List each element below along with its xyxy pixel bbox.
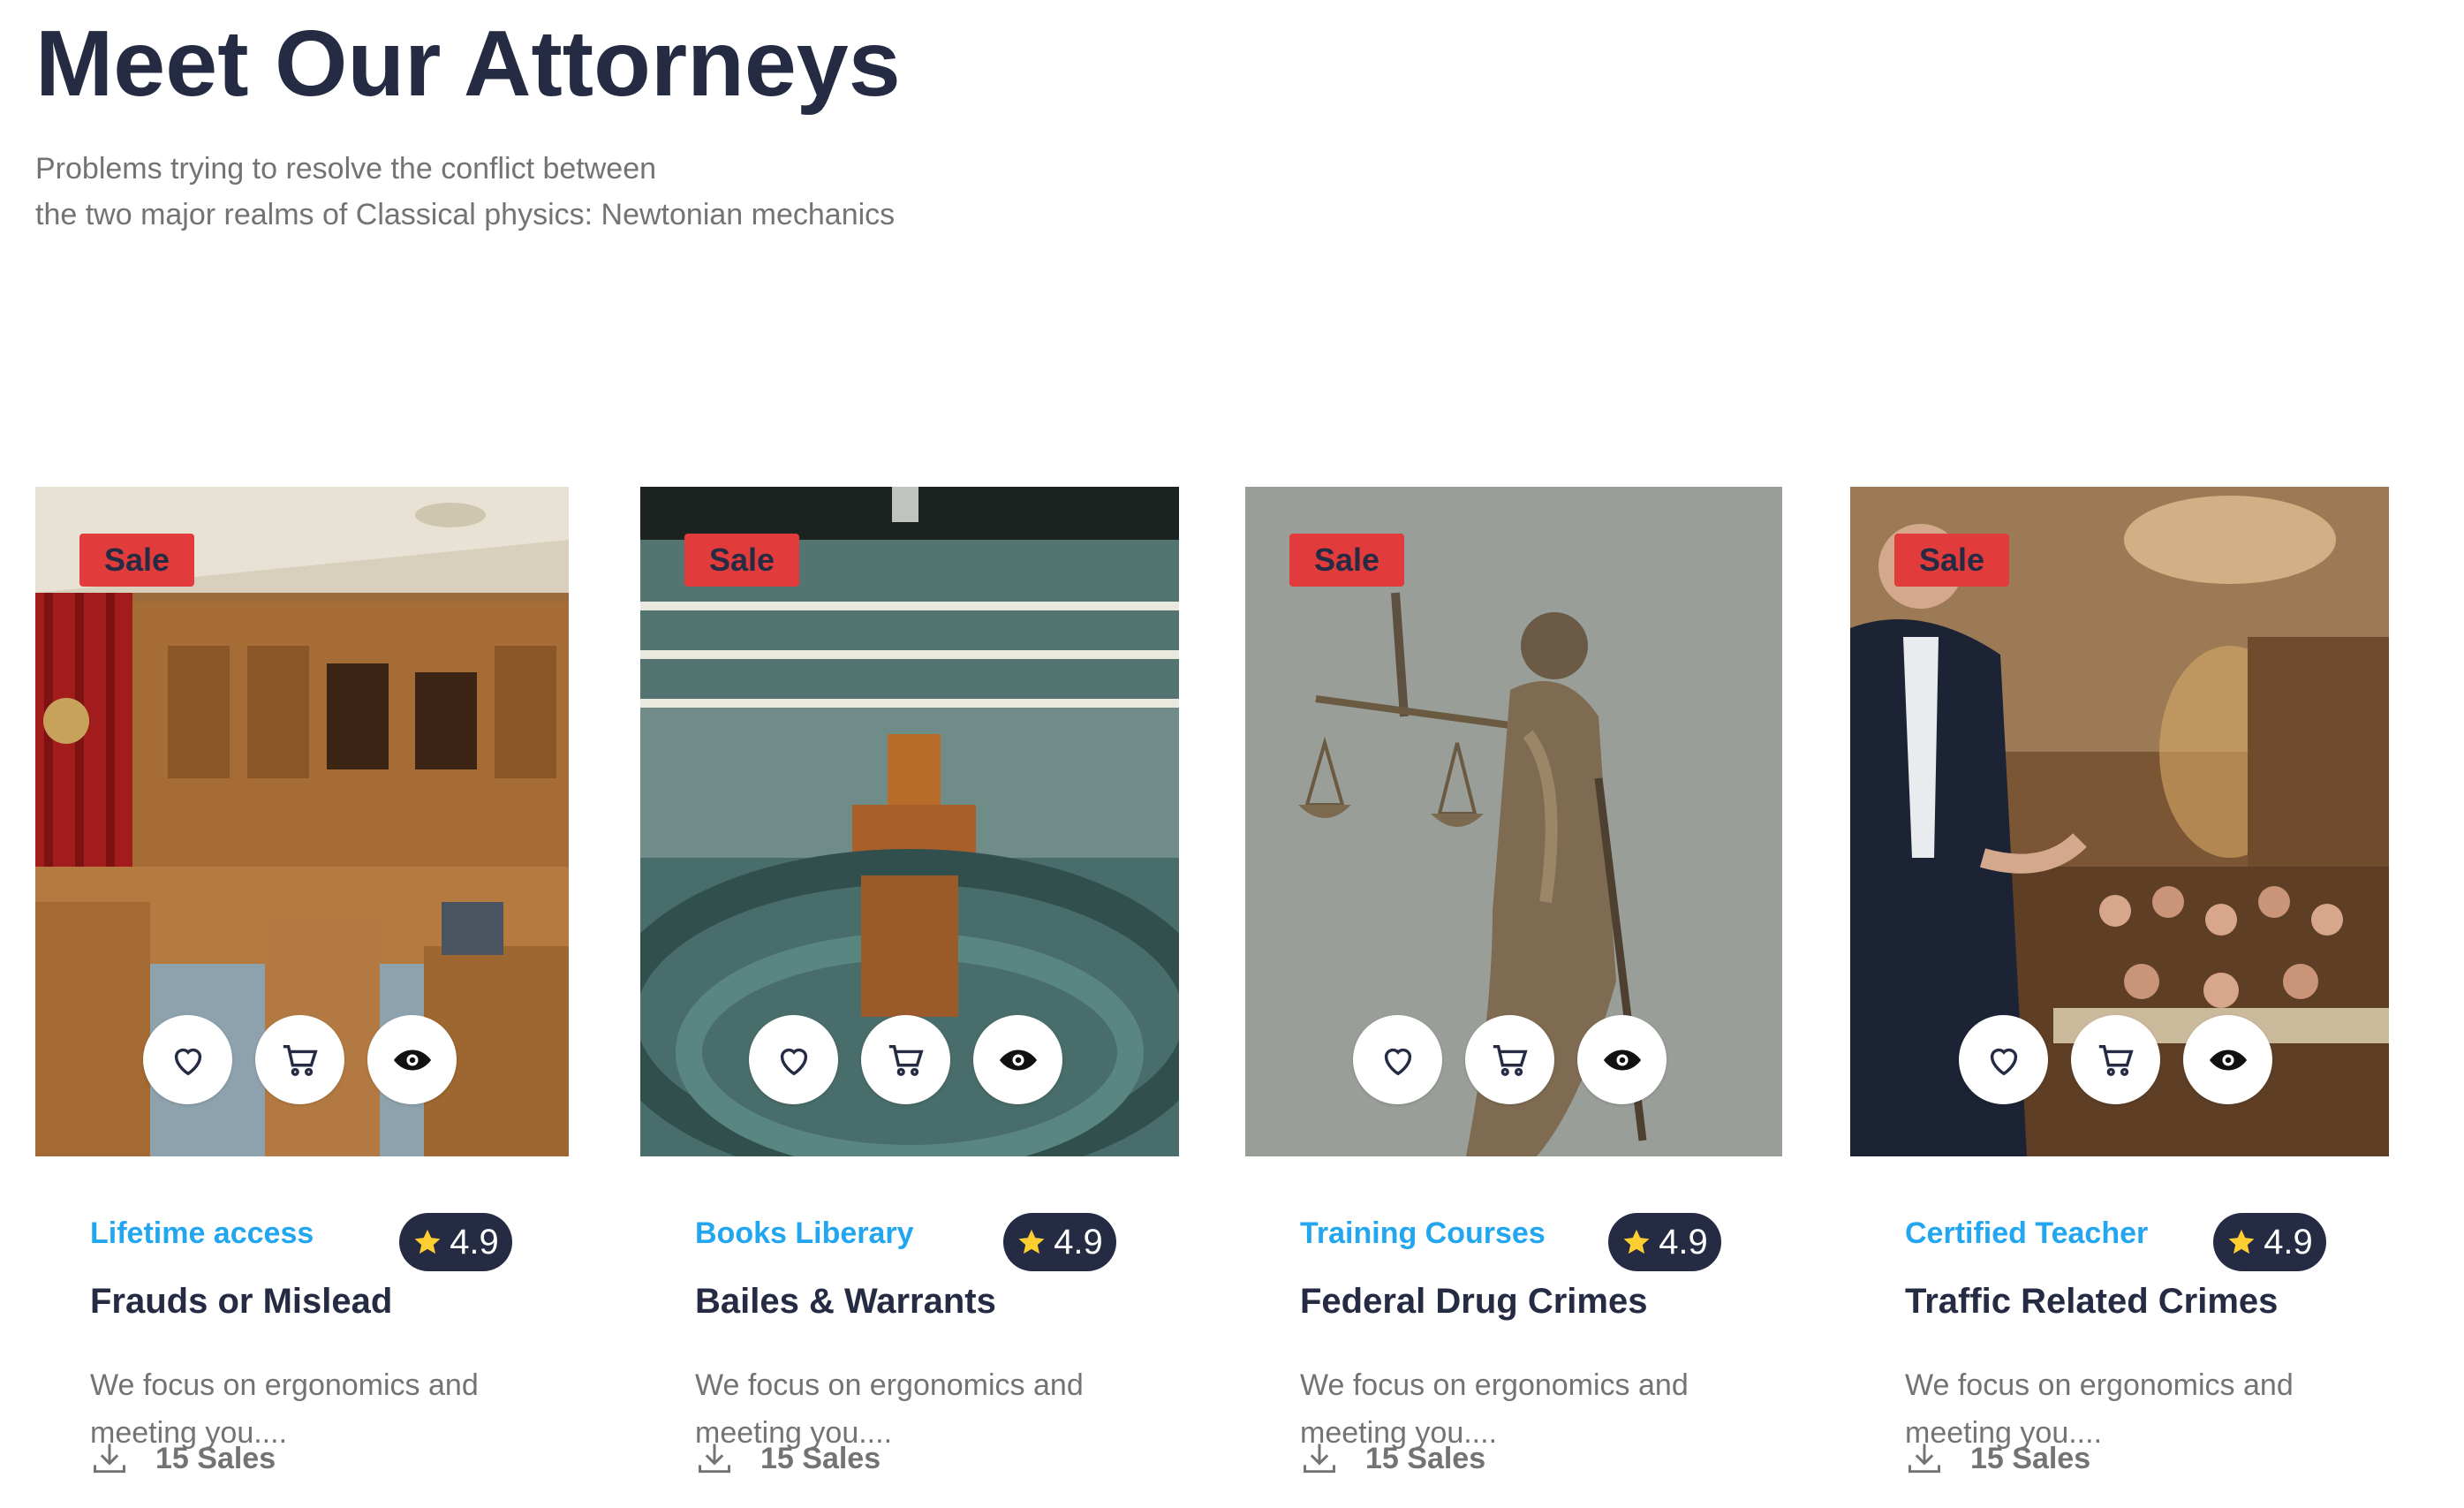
eye-icon xyxy=(393,1050,431,1070)
page-subtitle: Problems trying to resolve the conflict … xyxy=(35,146,1095,238)
card-actions xyxy=(1850,1015,2389,1105)
sales-count: 15 Sales xyxy=(1300,1439,1485,1478)
rating-value: 4.9 xyxy=(2264,1222,2313,1262)
product-card[interactable]: Sale Certified Teacher 4.9 Traffic Relat… xyxy=(1850,487,2389,1508)
card-image[interactable]: Sale xyxy=(1245,487,1782,1156)
sales-label: 15 Sales xyxy=(1365,1441,1486,1475)
rating-badge: 4.9 xyxy=(399,1213,512,1271)
card-image[interactable]: Sale xyxy=(640,487,1179,1156)
download-icon xyxy=(1304,1444,1335,1474)
rating-badge: 4.9 xyxy=(1608,1213,1721,1271)
add-to-cart-button[interactable] xyxy=(1465,1015,1554,1104)
page-title: Meet Our Attorneys xyxy=(35,11,901,116)
wishlist-button[interactable] xyxy=(1959,1015,2048,1104)
sales-count: 15 Sales xyxy=(1905,1439,2090,1478)
rating-value: 4.9 xyxy=(1659,1222,1708,1262)
sales-count: 15 Sales xyxy=(695,1439,881,1478)
product-card[interactable]: Sale Books Liberary 4.9 Bailes & Warrant… xyxy=(640,487,1179,1508)
star-icon xyxy=(414,1229,441,1254)
eye-icon xyxy=(1603,1050,1641,1070)
card-actions xyxy=(35,1015,569,1105)
cart-icon xyxy=(888,1044,924,1076)
page-subtitle-line-2: the two major realms of Classical physic… xyxy=(35,198,896,231)
star-icon xyxy=(2228,1229,2255,1254)
eye-icon xyxy=(2209,1050,2247,1070)
add-to-cart-button[interactable] xyxy=(2071,1015,2160,1104)
product-card[interactable]: Sale Lifetime access 4.9 Frauds or Misle… xyxy=(35,487,574,1508)
sale-badge: Sale xyxy=(1894,534,2009,587)
sales-count: 15 Sales xyxy=(90,1439,276,1478)
sale-badge: Sale xyxy=(1289,534,1404,587)
category-link[interactable]: Training Courses xyxy=(1300,1216,1546,1251)
heart-icon xyxy=(1384,1048,1411,1075)
download-icon xyxy=(699,1444,730,1474)
category-link[interactable]: Certified Teacher xyxy=(1905,1216,2148,1251)
cart-icon xyxy=(2098,1044,2134,1076)
heart-icon xyxy=(1990,1048,2017,1075)
heart-icon xyxy=(780,1048,807,1075)
sale-badge: Sale xyxy=(79,534,194,587)
sales-label: 15 Sales xyxy=(155,1441,276,1475)
product-card[interactable]: Sale Training Courses 4.9 Federal Drug C… xyxy=(1245,487,1784,1508)
sale-badge: Sale xyxy=(684,534,799,587)
star-icon xyxy=(1623,1229,1650,1254)
category-link[interactable]: Lifetime access xyxy=(90,1216,314,1251)
card-image[interactable]: Sale xyxy=(35,487,569,1156)
card-image[interactable]: Sale xyxy=(1850,487,2389,1156)
quick-view-button[interactable] xyxy=(2183,1015,2272,1104)
wishlist-button[interactable] xyxy=(749,1015,838,1104)
card-title[interactable]: Traffic Related Crimes xyxy=(1905,1282,2278,1322)
wishlist-button[interactable] xyxy=(143,1015,232,1104)
rating-value: 4.9 xyxy=(1054,1222,1103,1262)
card-actions xyxy=(640,1015,1179,1105)
star-icon xyxy=(1018,1229,1045,1254)
card-actions xyxy=(1245,1015,1782,1105)
add-to-cart-button[interactable] xyxy=(255,1015,344,1104)
download-icon xyxy=(1908,1444,1940,1474)
quick-view-button[interactable] xyxy=(367,1015,457,1104)
cart-icon xyxy=(283,1044,318,1076)
eye-icon xyxy=(999,1050,1037,1070)
sales-label: 15 Sales xyxy=(1970,1441,2091,1475)
card-title[interactable]: Bailes & Warrants xyxy=(695,1282,996,1322)
sales-label: 15 Sales xyxy=(760,1441,881,1475)
page-subtitle-line-1: Problems trying to resolve the conflict … xyxy=(35,152,657,186)
wishlist-button[interactable] xyxy=(1353,1015,1442,1104)
heart-icon xyxy=(174,1048,201,1075)
quick-view-button[interactable] xyxy=(1577,1015,1667,1104)
add-to-cart-button[interactable] xyxy=(861,1015,950,1104)
category-link[interactable]: Books Liberary xyxy=(695,1216,914,1251)
quick-view-button[interactable] xyxy=(973,1015,1062,1104)
rating-badge: 4.9 xyxy=(1003,1213,1116,1271)
card-title[interactable]: Federal Drug Crimes xyxy=(1300,1282,1647,1322)
download-icon xyxy=(94,1444,125,1474)
rating-badge: 4.9 xyxy=(2213,1213,2326,1271)
rating-value: 4.9 xyxy=(450,1222,499,1262)
card-title[interactable]: Frauds or Mislead xyxy=(90,1282,392,1322)
cart-icon xyxy=(1493,1044,1528,1076)
